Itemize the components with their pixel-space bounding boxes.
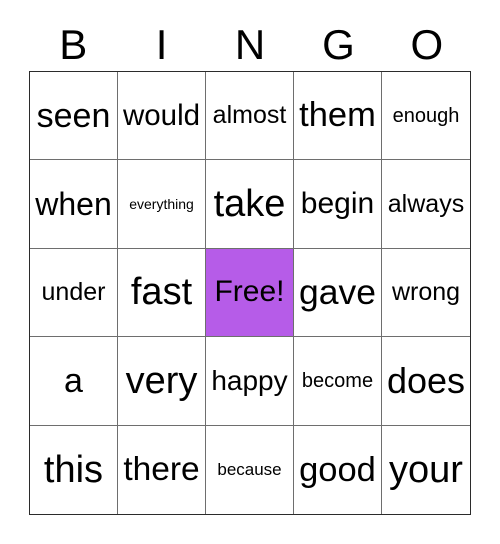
bingo-cell[interactable]: very: [118, 337, 206, 426]
bingo-cell[interactable]: your: [382, 425, 470, 514]
bingo-cell[interactable]: gave: [294, 248, 382, 338]
bingo-cell-label: when: [35, 186, 112, 223]
bingo-cell[interactable]: become: [294, 337, 382, 426]
bingo-cell[interactable]: when: [30, 160, 118, 249]
bingo-cell-label: them: [299, 96, 376, 135]
bingo-cell-label: good: [299, 450, 376, 489]
bingo-cell-label: Free!: [214, 275, 285, 309]
bingo-cell[interactable]: always: [382, 160, 470, 249]
bingo-cell-label: seen: [36, 96, 111, 135]
bingo-cell-label: everything: [129, 196, 194, 213]
bingo-cell-label: does: [386, 359, 466, 401]
bingo-cell[interactable]: because: [206, 425, 294, 514]
bingo-cell-label: become: [301, 369, 374, 392]
bingo-cell[interactable]: would: [118, 72, 206, 161]
bingo-cell[interactable]: good: [294, 425, 382, 514]
bingo-cell-label: this: [43, 448, 104, 491]
bingo-cell[interactable]: happy: [206, 337, 294, 426]
bingo-cell[interactable]: everything: [118, 160, 206, 249]
bingo-header: BINGO: [29, 18, 471, 71]
bingo-cell[interactable]: enough: [382, 72, 470, 161]
bingo-cell[interactable]: them: [294, 72, 382, 161]
bingo-cell-label: there: [123, 451, 200, 489]
bingo-header-letter-n: N: [234, 20, 266, 68]
bingo-cell-label: take: [213, 183, 286, 226]
bingo-cell-label: gave: [299, 271, 376, 312]
bingo-cell-label: always: [387, 189, 465, 218]
bingo-cell-label: wrong: [391, 277, 461, 306]
bingo-cell[interactable]: wrong: [382, 248, 470, 338]
bingo-cell-label: would: [122, 98, 201, 132]
bingo-cell-label: under: [41, 277, 106, 306]
bingo-cell[interactable]: under: [30, 248, 118, 338]
bingo-card: B I N G O seen would almost them enough when every…: [0, 0, 500, 544]
bingo-cell-label: happy: [211, 364, 288, 396]
bingo-cell[interactable]: a: [30, 337, 118, 426]
bingo-header-letter-b: B: [59, 20, 88, 68]
bingo-cell[interactable]: fast: [118, 248, 206, 338]
bingo-header-letter-g: G: [322, 20, 355, 68]
bingo-cell[interactable]: begin: [294, 160, 382, 249]
bingo-cell-label: because: [217, 460, 282, 480]
bingo-header-letter-o: O: [410, 20, 444, 68]
bingo-cell-label: very: [125, 359, 198, 402]
bingo-cell[interactable]: this: [30, 425, 118, 514]
bingo-free-space[interactable]: Free!: [206, 248, 294, 338]
bingo-cell[interactable]: does: [382, 337, 470, 426]
bingo-cell-label: almost: [212, 101, 287, 130]
bingo-header-letter-i: I: [155, 20, 168, 68]
bingo-cell[interactable]: almost: [206, 72, 294, 161]
bingo-cell-label: fast: [130, 271, 193, 314]
bingo-cell[interactable]: take: [206, 160, 294, 249]
bingo-cell-label: a: [64, 361, 83, 400]
bingo-cell[interactable]: seen: [30, 72, 118, 161]
bingo-grid: seen would almost them enough when everything t…: [29, 71, 471, 515]
bingo-cell[interactable]: there: [118, 425, 206, 514]
bingo-cell-label: your: [389, 448, 463, 491]
bingo-cell-label: begin: [300, 187, 375, 221]
bingo-cell-label: enough: [392, 104, 460, 127]
